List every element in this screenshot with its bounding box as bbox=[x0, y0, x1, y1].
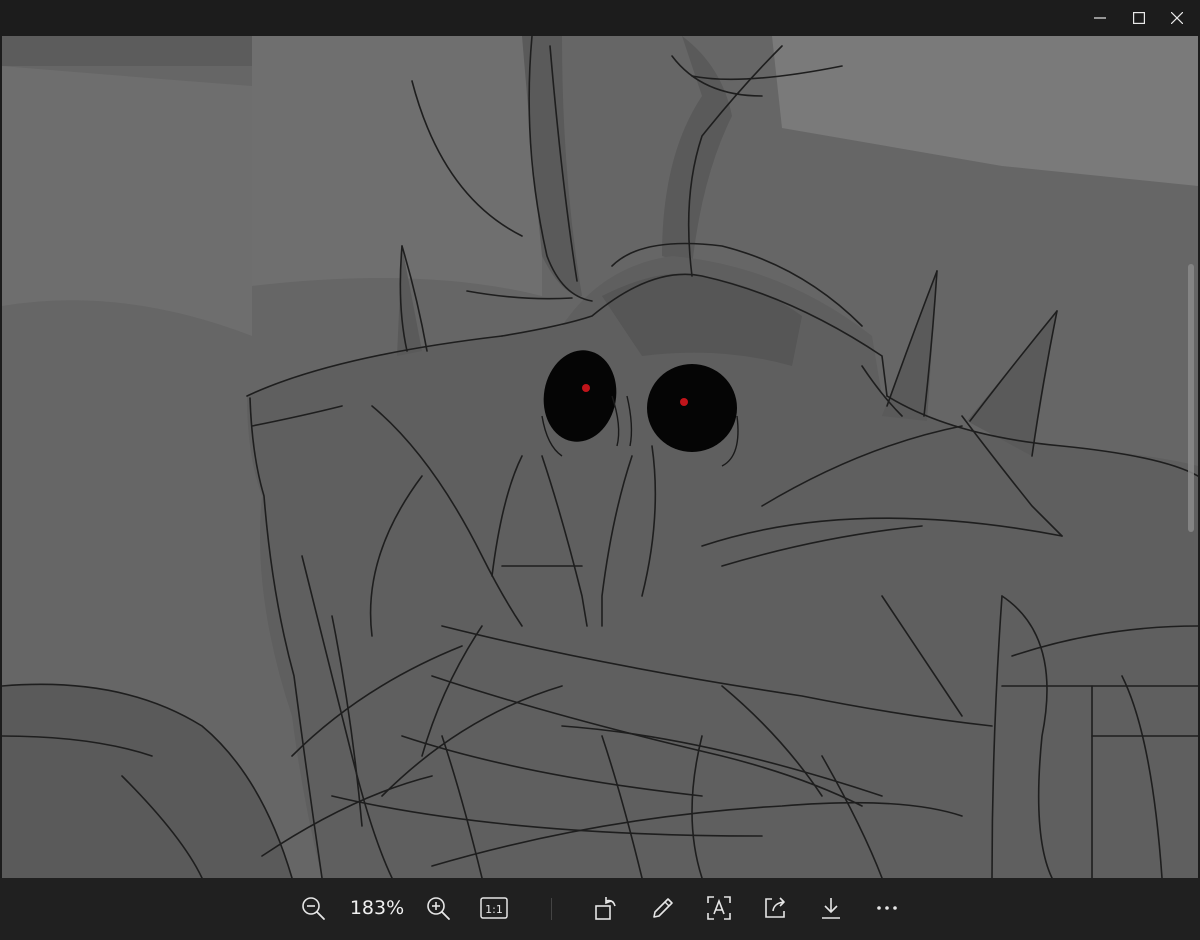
minimize-icon bbox=[1094, 17, 1106, 19]
zoom-in-button[interactable] bbox=[420, 890, 456, 926]
maximize-icon bbox=[1133, 12, 1145, 24]
actual-size-label: 1:1 bbox=[485, 903, 503, 916]
close-icon bbox=[1171, 12, 1183, 24]
image-canvas[interactable] bbox=[2, 36, 1198, 878]
actual-size-button[interactable]: 1:1 bbox=[476, 890, 512, 926]
title-bar bbox=[0, 0, 1200, 36]
actual-size-icon: 1:1 bbox=[480, 897, 508, 919]
sketch-image bbox=[2, 36, 1198, 878]
zoom-out-icon bbox=[302, 897, 325, 920]
save-icon bbox=[822, 898, 840, 919]
bottom-toolbar: 183% 1:1 bbox=[0, 878, 1200, 940]
zoom-out-button[interactable] bbox=[295, 890, 331, 926]
edit-button[interactable] bbox=[645, 890, 681, 926]
save-button[interactable] bbox=[813, 890, 849, 926]
toolbar-divider bbox=[551, 898, 552, 920]
rotate-icon bbox=[595, 897, 616, 920]
text-recognition-icon bbox=[707, 896, 731, 920]
rotate-button[interactable] bbox=[589, 890, 625, 926]
text-recognition-button[interactable] bbox=[701, 890, 737, 926]
close-button[interactable] bbox=[1154, 0, 1200, 36]
edit-icon bbox=[653, 898, 673, 918]
more-button[interactable] bbox=[869, 890, 905, 926]
share-button[interactable] bbox=[757, 890, 793, 926]
more-icon bbox=[877, 906, 897, 910]
vertical-scrollbar[interactable] bbox=[1188, 264, 1194, 532]
zoom-in-icon bbox=[427, 897, 450, 920]
zoom-level[interactable]: 183% bbox=[344, 897, 410, 919]
share-icon bbox=[765, 897, 785, 918]
